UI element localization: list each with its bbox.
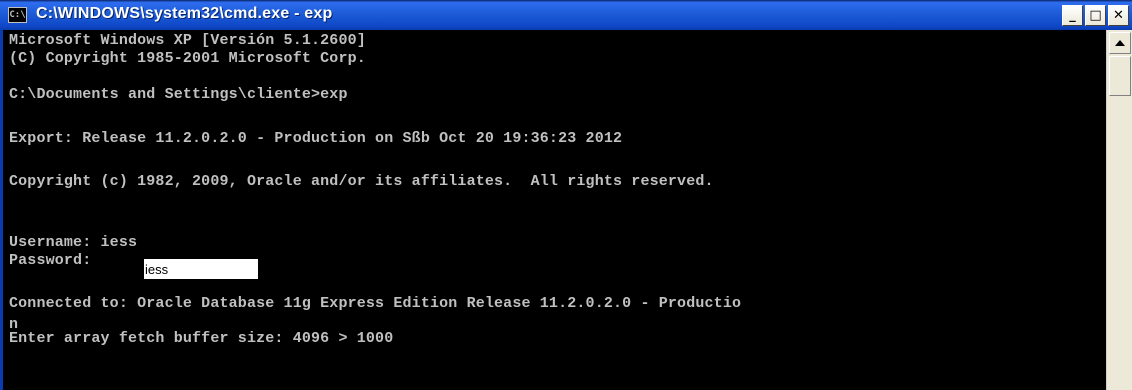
minimize-button[interactable]: _ bbox=[1062, 5, 1083, 26]
console-line: Enter array fetch buffer size: 4096 > 10… bbox=[9, 330, 394, 347]
title-bar[interactable]: C:\ C:\WINDOWS\system32\cmd.exe - exp _ … bbox=[0, 0, 1132, 30]
scroll-thumb[interactable] bbox=[1109, 56, 1131, 96]
console-output[interactable]: Microsoft Windows XP [Versión 5.1.2600] … bbox=[0, 30, 1109, 390]
console-line: Connected to: Oracle Database 11g Expres… bbox=[9, 295, 742, 312]
vertical-scrollbar[interactable] bbox=[1106, 30, 1132, 390]
window-title: C:\WINDOWS\system32\cmd.exe - exp bbox=[36, 5, 333, 22]
console-line: C:\Documents and Settings\cliente>exp bbox=[9, 86, 348, 103]
scroll-up-button[interactable] bbox=[1109, 32, 1131, 54]
console-line: Username: iess bbox=[9, 234, 138, 251]
console-line: (C) Copyright 1985-2001 Microsoft Corp. bbox=[9, 50, 366, 67]
console-line: Password: bbox=[9, 252, 92, 269]
maximize-button[interactable]: □ bbox=[1085, 5, 1106, 26]
close-button[interactable]: ✕ bbox=[1108, 5, 1129, 26]
password-input[interactable]: iess bbox=[144, 259, 258, 279]
close-icon: ✕ bbox=[1113, 8, 1124, 23]
minimize-icon: _ bbox=[1069, 8, 1076, 23]
arrow-up-icon bbox=[1115, 40, 1125, 46]
console-line: Microsoft Windows XP [Versión 5.1.2600] bbox=[9, 32, 366, 49]
console-line: Export: Release 11.2.0.2.0 - Production … bbox=[9, 130, 623, 147]
maximize-icon: □ bbox=[1089, 8, 1102, 23]
cmd-icon[interactable]: C:\ bbox=[8, 7, 27, 23]
console-line: Copyright (c) 1982, 2009, Oracle and/or … bbox=[9, 173, 714, 190]
